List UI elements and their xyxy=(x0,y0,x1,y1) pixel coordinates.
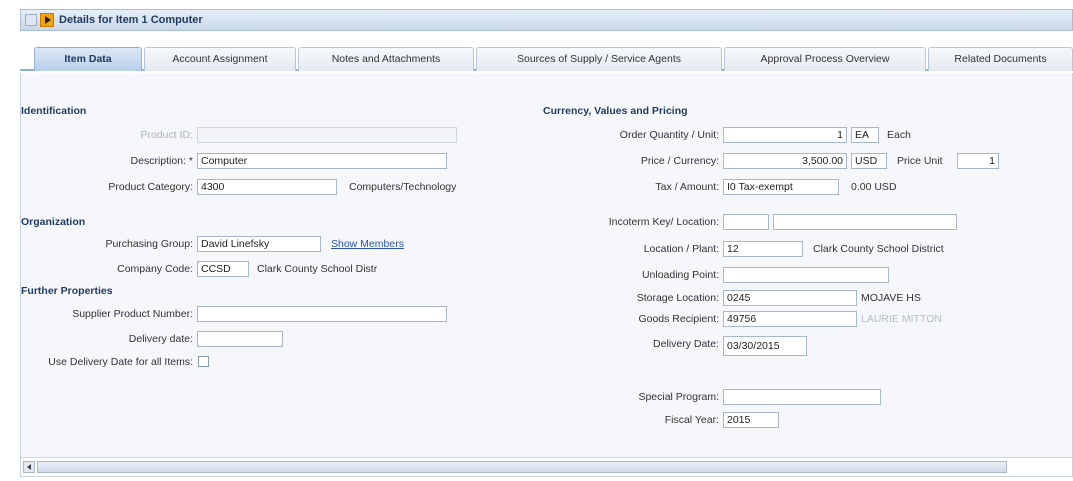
price-field[interactable]: 3,500.00 xyxy=(723,153,847,169)
storage-location-text: MOJAVE HS xyxy=(861,292,921,304)
scroll-thumb[interactable] xyxy=(37,461,1007,473)
storage-location-label: Storage Location: xyxy=(636,292,719,304)
product-category-label: Product Category: xyxy=(108,181,193,193)
special-program-label: Special Program: xyxy=(638,391,719,403)
delivery-date-label: Delivery date: xyxy=(128,333,193,345)
description-field[interactable]: Computer xyxy=(197,153,447,169)
price-currency-label: Price / Currency: xyxy=(640,155,719,167)
unloading-point-field[interactable] xyxy=(723,267,889,283)
delivery-date-field[interactable] xyxy=(197,331,283,347)
incoterm-label: Incoterm Key/ Location: xyxy=(608,216,719,228)
identification-section-title: Identification xyxy=(21,105,87,117)
incoterm-key-field[interactable] xyxy=(723,214,769,230)
product-id-label: Product ID: xyxy=(140,129,193,141)
supplier-product-number-field[interactable] xyxy=(197,306,447,322)
panel-title-bar: Details for Item 1 Computer xyxy=(20,9,1073,31)
item-data-form: Identification Product ID: Description: … xyxy=(20,73,1073,457)
currency-field[interactable]: USD xyxy=(851,153,887,169)
expand-arrow-icon[interactable] xyxy=(40,13,54,27)
price-unit-label: Price Unit xyxy=(897,155,943,167)
order-quantity-field[interactable]: 1 xyxy=(723,127,847,143)
tax-amount-text: 0.00 USD xyxy=(851,181,897,193)
use-delivery-date-checkbox[interactable] xyxy=(198,356,209,367)
supplier-product-number-label: Supplier Product Number: xyxy=(72,308,193,320)
fiscal-year-label: Fiscal Year: xyxy=(664,414,719,426)
unloading-point-label: Unloading Point: xyxy=(641,269,719,281)
goods-recipient-text: LAURIE MITTON xyxy=(861,313,942,325)
tab-notes-and-attachments[interactable]: Notes and Attachments xyxy=(298,47,474,71)
delivery-date-right-field[interactable]: 03/30/2015 xyxy=(723,336,807,356)
tab-account-assignment[interactable]: Account Assignment xyxy=(144,47,296,71)
organization-section-title: Organization xyxy=(21,216,86,228)
further-properties-section-title: Further Properties xyxy=(21,285,113,297)
company-code-text: Clark County School Distr xyxy=(257,263,378,275)
delivery-date-right-label: Delivery Date: xyxy=(653,338,719,350)
show-members-link[interactable]: Show Members xyxy=(331,238,404,250)
tab-sources-of-supply[interactable]: Sources of Supply / Service Agents xyxy=(476,47,722,71)
tab-approval-process-overview[interactable]: Approval Process Overview xyxy=(724,47,926,71)
purchasing-group-label: Purchasing Group: xyxy=(105,238,193,250)
tab-related-documents[interactable]: Related Documents xyxy=(928,47,1073,71)
location-plant-text: Clark County School District xyxy=(813,243,944,255)
item-details-panel: Details for Item 1 Computer Item Data Ac… xyxy=(20,9,1073,481)
product-id-field[interactable] xyxy=(197,127,457,143)
company-code-field[interactable]: CCSD xyxy=(197,261,249,277)
price-unit-field[interactable]: 1 xyxy=(957,153,999,169)
special-program-field[interactable] xyxy=(723,389,881,405)
tab-item-data[interactable]: Item Data xyxy=(34,47,142,71)
location-plant-field[interactable]: 12 xyxy=(723,241,803,257)
currency-section-title: Currency, Values and Pricing xyxy=(543,105,688,117)
location-plant-label: Location / Plant: xyxy=(643,243,719,255)
order-quantity-label: Order Quantity / Unit: xyxy=(619,129,719,141)
storage-location-field[interactable]: 0245 xyxy=(723,290,857,306)
company-code-label: Company Code: xyxy=(117,263,193,275)
order-unit-text: Each xyxy=(887,129,911,141)
order-unit-field[interactable]: EA xyxy=(851,127,879,143)
horizontal-scrollbar[interactable] xyxy=(20,457,1073,477)
scroll-left-arrow-icon[interactable] xyxy=(23,461,35,473)
incoterm-location-field[interactable] xyxy=(773,214,957,230)
purchasing-group-field[interactable]: David Linefsky xyxy=(197,236,321,252)
tax-amount-label: Tax / Amount: xyxy=(655,181,719,193)
collapse-icon[interactable] xyxy=(25,14,37,26)
panel-title: Details for Item 1 Computer xyxy=(59,14,203,26)
use-delivery-date-label: Use Delivery Date for all Items: xyxy=(48,356,193,368)
description-label: Description: * xyxy=(130,155,193,167)
goods-recipient-field[interactable]: 49756 xyxy=(723,311,857,327)
fiscal-year-field[interactable]: 2015 xyxy=(723,412,779,428)
tax-code-field[interactable]: I0 Tax-exempt xyxy=(723,179,839,195)
tabstrip: Item Data Account Assignment Notes and A… xyxy=(20,39,1073,71)
goods-recipient-label: Goods Recipient: xyxy=(638,313,719,325)
product-category-field[interactable]: 4300 xyxy=(197,179,337,195)
